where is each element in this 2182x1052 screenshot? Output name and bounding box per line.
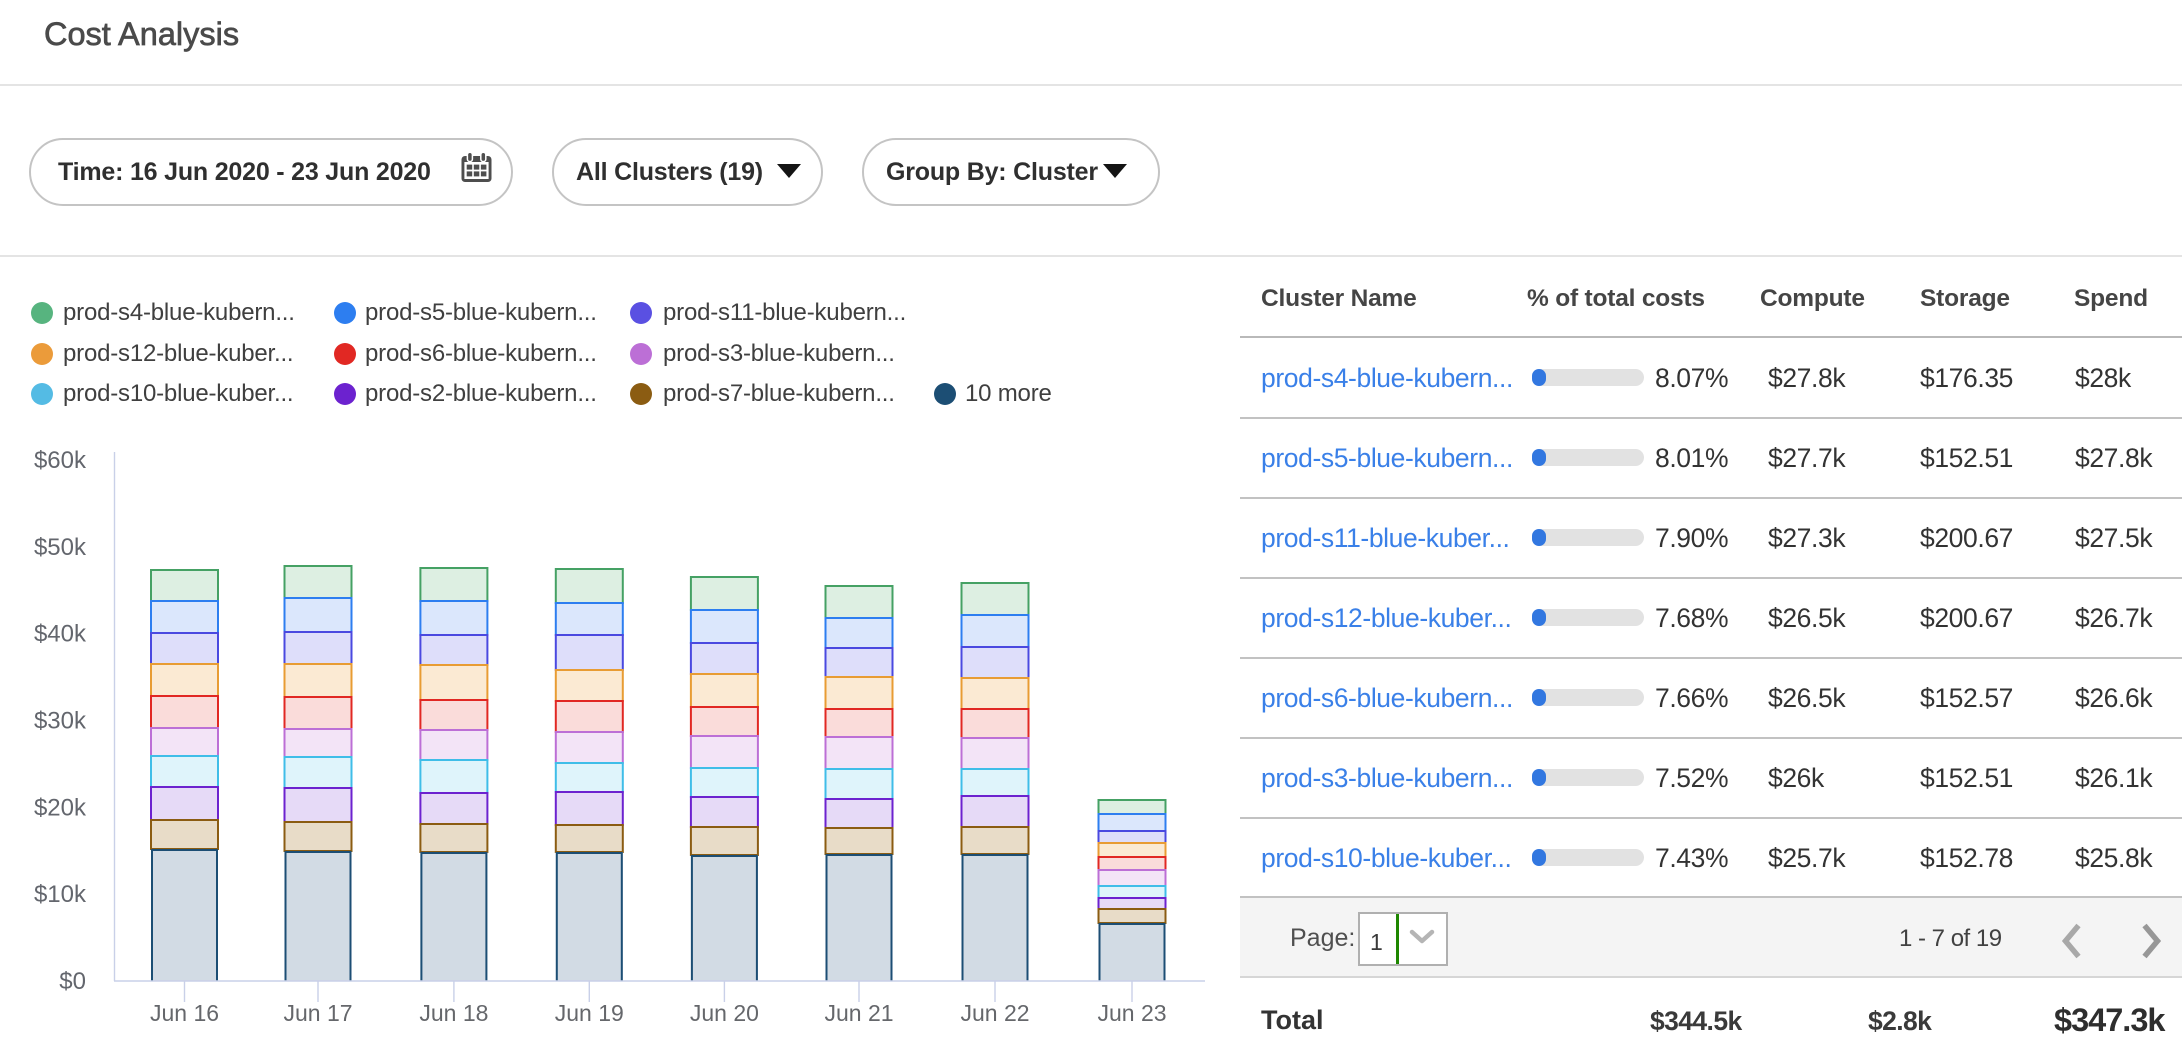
svg-text:Jun 20: Jun 20 xyxy=(690,1000,759,1026)
svg-text:Jun 22: Jun 22 xyxy=(960,1000,1029,1026)
svg-text:Jun 19: Jun 19 xyxy=(555,1000,624,1026)
svg-text:$60k: $60k xyxy=(34,447,87,474)
svg-text:Jun 16: Jun 16 xyxy=(150,1000,219,1026)
svg-text:Jun 23: Jun 23 xyxy=(1097,1000,1166,1026)
svg-text:$10k: $10k xyxy=(34,881,87,908)
svg-text:$0: $0 xyxy=(59,968,86,995)
svg-text:$20k: $20k xyxy=(34,794,87,821)
svg-text:$40k: $40k xyxy=(34,621,87,648)
svg-text:Jun 21: Jun 21 xyxy=(824,1000,893,1026)
svg-text:$50k: $50k xyxy=(34,534,87,561)
svg-text:Jun 17: Jun 17 xyxy=(283,1000,352,1026)
svg-text:Jun 18: Jun 18 xyxy=(419,1000,488,1026)
svg-text:$30k: $30k xyxy=(34,708,87,735)
